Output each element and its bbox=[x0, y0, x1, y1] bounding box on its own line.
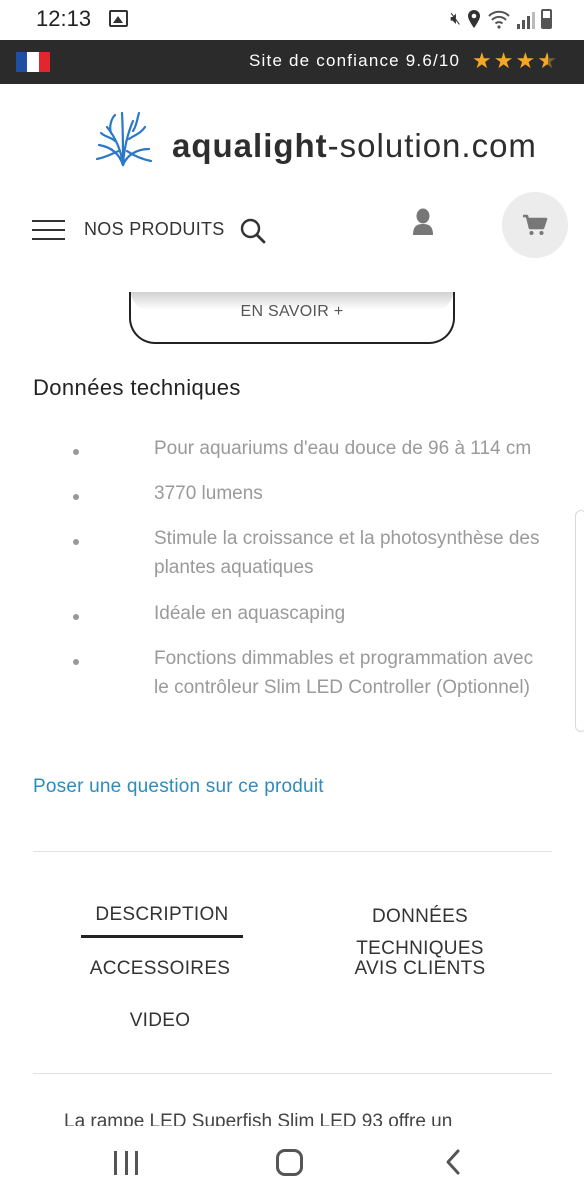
bullet-icon bbox=[73, 449, 79, 455]
tab-label: ACCESSOIRES bbox=[89, 958, 231, 979]
divider bbox=[33, 851, 552, 852]
signal-icon bbox=[517, 9, 535, 29]
bullet-icon bbox=[73, 539, 79, 545]
back-icon[interactable] bbox=[443, 1148, 463, 1176]
spec-text: Fonctions dimmables et programmation ave… bbox=[154, 648, 534, 698]
star-icon: ★ bbox=[493, 48, 514, 73]
french-flag-icon[interactable] bbox=[16, 52, 50, 72]
system-nav-bar bbox=[0, 1126, 584, 1200]
tab-reviews[interactable]: AVIS CLIENTS bbox=[320, 958, 520, 979]
description-text: La rampe LED Superfish Slim LED 93 offre… bbox=[64, 1111, 453, 1126]
hamburger-menu-icon[interactable] bbox=[32, 220, 65, 240]
tab-label: VIDEO bbox=[129, 1010, 191, 1031]
star-icon: ★ bbox=[515, 48, 536, 73]
learn-more-button[interactable]: EN SAVOIR + bbox=[129, 292, 455, 344]
bullet-icon bbox=[73, 614, 79, 620]
scrollbar[interactable] bbox=[575, 510, 584, 732]
image-icon bbox=[109, 10, 128, 27]
flag-stripe-red bbox=[38, 52, 50, 72]
battery-icon bbox=[541, 9, 552, 29]
rating-stars: ★ ★ ★ ★ bbox=[472, 49, 557, 73]
status-bar: 12:13 🔇︎ bbox=[0, 0, 584, 40]
tech-data-title: Données techniques bbox=[33, 375, 241, 400]
tab-label: DONNÉES bbox=[371, 906, 469, 927]
star-icon: ★ bbox=[472, 48, 492, 73]
spec-text: Stimule la croissance et la photosynthès… bbox=[154, 528, 540, 578]
home-icon[interactable] bbox=[276, 1149, 303, 1176]
spec-text: 3770 lumens bbox=[154, 483, 263, 504]
mute-icon: 🔇︎ bbox=[450, 9, 461, 28]
tab-description[interactable]: DESCRIPTION bbox=[81, 904, 243, 925]
ask-question-link[interactable]: Poser une question sur ce produit bbox=[33, 776, 324, 798]
tab-video[interactable]: VIDEO bbox=[100, 1010, 220, 1031]
trust-score-text: Site de confiance 9.6/10 bbox=[249, 51, 461, 70]
learn-more-label: EN SAVOIR + bbox=[240, 303, 344, 320]
active-tab-indicator bbox=[81, 935, 243, 938]
tab-technical-data[interactable]: DONNÉES TECHNIQUES bbox=[320, 906, 520, 959]
tab-label: DESCRIPTION bbox=[95, 904, 229, 925]
bullet-icon bbox=[73, 494, 79, 500]
shopping-cart-icon bbox=[523, 214, 548, 235]
bullet-icon bbox=[73, 659, 79, 665]
status-icons: 🔇︎ bbox=[450, 7, 552, 31]
half-star-icon: ★ bbox=[537, 48, 557, 73]
recent-apps-icon[interactable] bbox=[114, 1151, 138, 1175]
coral-logo-icon[interactable] bbox=[93, 109, 153, 167]
spec-text: Pour aquariums d'eau douce de 96 à 114 c… bbox=[154, 438, 532, 459]
cart-button[interactable] bbox=[502, 192, 568, 258]
nav-products-link[interactable]: NOS PRODUITS bbox=[84, 219, 225, 240]
location-icon bbox=[468, 10, 480, 28]
divider bbox=[33, 1073, 552, 1074]
wifi-icon bbox=[488, 10, 510, 29]
status-time: 12:13 bbox=[36, 6, 92, 31]
search-icon[interactable] bbox=[239, 217, 267, 245]
flag-stripe-white bbox=[27, 52, 39, 72]
logo-domain: -solution.com bbox=[327, 127, 537, 164]
spec-text: Idéale en aquascaping bbox=[154, 603, 346, 624]
trust-bar: Site de confiance 9.6/10 ★ ★ ★ ★ bbox=[0, 40, 584, 84]
user-account-icon[interactable] bbox=[412, 208, 434, 236]
logo-bold: aqualight bbox=[172, 127, 328, 164]
flag-stripe-blue bbox=[16, 52, 28, 72]
tab-accessories[interactable]: ACCESSOIRES bbox=[70, 958, 250, 979]
tab-label: AVIS CLIENTS bbox=[354, 958, 486, 979]
site-logo-text[interactable]: aqualight-solution.com bbox=[172, 127, 537, 165]
tab-label: TECHNIQUES bbox=[356, 938, 484, 959]
